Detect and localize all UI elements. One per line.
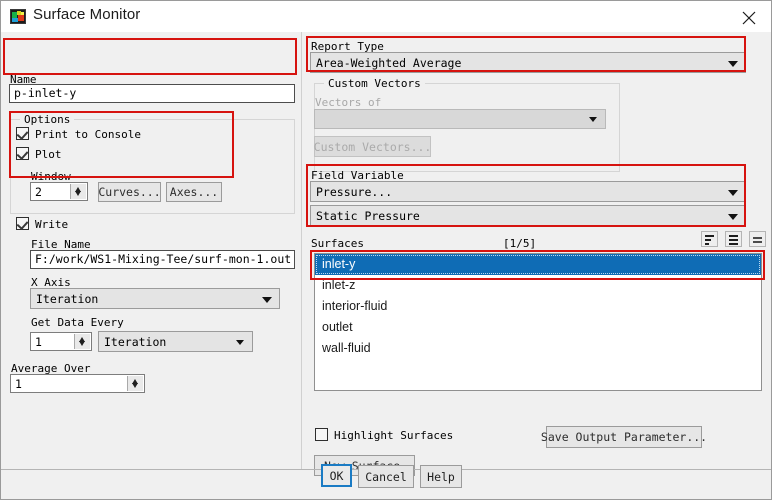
get-data-every-spinner[interactable]: 1 — [30, 332, 92, 351]
list-item[interactable]: inlet-y — [315, 254, 761, 275]
field-variable-select[interactable]: Pressure... — [310, 181, 746, 202]
window-title: Surface Monitor — [33, 6, 141, 23]
close-icon[interactable] — [726, 1, 771, 31]
highlight-surfaces-checkbox[interactable] — [315, 428, 328, 441]
chevron-down-icon — [728, 213, 738, 220]
chevron-down-icon — [728, 189, 738, 196]
get-data-every-unit-value: Iteration — [104, 334, 167, 349]
x-axis-select[interactable]: Iteration — [30, 288, 280, 309]
file-name-input[interactable]: F:/work/WS1-Mixing-Tee/surf-mon-1.out — [30, 250, 295, 269]
chevron-down-icon — [236, 339, 244, 345]
window-spinner[interactable]: 2 — [30, 182, 88, 201]
write-checkbox[interactable] — [16, 217, 29, 230]
custom-vectors-group-title: Custom Vectors — [324, 77, 425, 90]
options-group-title: Options — [20, 113, 75, 126]
plot-checkbox[interactable] — [16, 147, 29, 160]
report-type-select[interactable]: Area-Weighted Average — [310, 52, 746, 73]
get-data-every-label: Get Data Every — [31, 316, 124, 329]
custom-vectors-button: Custom Vectors... — [314, 136, 431, 157]
report-type-value: Area-Weighted Average — [316, 55, 462, 70]
surfaces-listbox[interactable]: inlet-y inlet-z interior-fluid outlet wall-f… — [314, 253, 762, 391]
window-spinner-buttons[interactable] — [70, 184, 86, 199]
plot-label: Plot — [35, 148, 62, 161]
save-output-parameter-button[interactable]: Save Output Parameter... — [541, 426, 707, 448]
title-bar: Surface Monitor — [1, 1, 771, 32]
write-label: Write — [35, 218, 69, 231]
average-over-spinner-buttons[interactable] — [127, 376, 143, 391]
list-item[interactable]: outlet — [315, 317, 761, 338]
surfaces-count: [1/5] — [503, 237, 537, 250]
cancel-button[interactable]: Cancel — [358, 465, 414, 488]
vectors-of-label: Vectors of — [315, 96, 382, 109]
surfaces-label: Surfaces — [311, 237, 364, 250]
name-input[interactable]: p-inlet-y — [9, 84, 295, 103]
field-variable-value: Pressure... — [316, 184, 393, 199]
list-all-icon[interactable] — [725, 231, 742, 247]
list-item[interactable]: wall-fluid — [315, 338, 761, 359]
average-over-spinner[interactable]: 1 — [10, 374, 145, 393]
get-data-every-unit-select[interactable]: Iteration — [98, 331, 253, 352]
highlight-surfaces-label: Highlight Surfaces — [334, 429, 454, 442]
chevron-down-icon — [728, 60, 738, 67]
chevron-down-icon — [262, 296, 272, 303]
field-variable-sub-value: Static Pressure — [316, 208, 420, 223]
surface-monitor-dialog: Surface Monitor Name p-inlet-y Options P… — [0, 0, 772, 500]
deselect-all-icon[interactable] — [749, 231, 766, 247]
chevron-down-icon — [589, 117, 597, 122]
help-button[interactable]: Help — [420, 465, 462, 488]
axes-button[interactable]: Axes... — [166, 182, 222, 202]
list-item[interactable]: inlet-z — [315, 275, 761, 296]
curves-button[interactable]: Curves... — [98, 182, 161, 202]
field-variable-sub-select[interactable]: Static Pressure — [310, 205, 746, 226]
fluent-app-icon — [10, 9, 26, 24]
right-panel: Report Type Area-Weighted Average Custom… — [303, 32, 771, 476]
left-panel: Name p-inlet-y Options Print to Console … — [2, 32, 302, 469]
print-to-console-checkbox[interactable] — [16, 127, 29, 140]
filter-list-icon[interactable] — [701, 231, 718, 247]
get-data-every-spinner-buttons[interactable] — [74, 334, 90, 349]
x-axis-value: Iteration — [36, 291, 99, 306]
vectors-of-select — [314, 109, 606, 129]
list-item[interactable]: interior-fluid — [315, 296, 761, 317]
ok-button[interactable]: OK — [321, 464, 352, 487]
print-to-console-label: Print to Console — [35, 128, 141, 141]
